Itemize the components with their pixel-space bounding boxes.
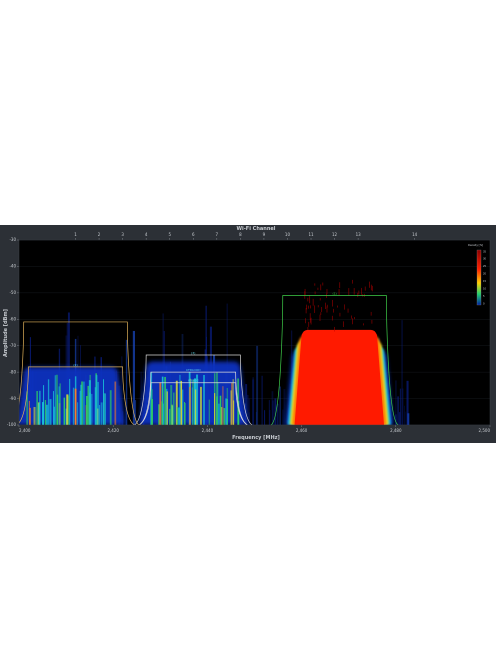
mask-label: (3) [191,351,195,355]
channel-tick-label[interactable]: 11 [308,232,314,237]
density-color-bar [476,249,482,306]
mask-label: (2) [73,363,77,367]
y-tick-label: -60 [9,316,16,321]
density-tick-label: 20 [483,273,487,276]
noise-streak [397,396,399,425]
channel-tick-label[interactable]: 4 [145,232,148,237]
noise-streak [268,400,270,425]
y-tick-label: -70 [9,343,16,348]
mask-label: WEB02 [188,379,199,383]
x-tick-label: 2,480 [390,428,402,433]
density-tick-label: 30 [483,258,487,261]
density-tick-label: 15 [483,280,487,283]
noise-streak [404,411,406,425]
y-tick-label: -50 [9,290,16,295]
spectrum-analyzer-panel: (2) (3) CTRLOOD WEB02 (1) -30 -40 -50 -60 -70 -80… [0,225,496,443]
channel-tick-label[interactable]: 10 [285,232,291,237]
y-tick-label: -40 [9,264,16,269]
channel-tick-label[interactable]: 8 [239,232,242,237]
noise-streak [261,375,264,425]
y-tick-label: -90 [9,396,16,401]
top-axis-title: Wi-Fi Channel [236,226,275,232]
y-tick-label: -30 [9,237,16,242]
noise-streak [264,410,266,425]
density-legend-title: Density [%] [468,243,483,247]
channel-tick-label[interactable]: 3 [121,232,124,237]
noise-streak [282,409,284,425]
x-tick-label: 2,460 [296,428,308,433]
x-tick-label: 2,400 [19,428,31,433]
noise-streak [402,388,404,425]
noise-streak [271,391,274,425]
channel-tick-label[interactable]: 14 [412,232,418,237]
noise-streak [283,389,286,425]
noise-streak [279,386,281,425]
x-tick-label: 2,500 [479,428,491,433]
mask-label: CTRLOOD [186,368,201,372]
x-tick-label: 2,440 [202,428,214,433]
noise-streak [252,377,254,425]
noise-streak [407,413,410,425]
noise-streak [256,345,259,425]
noise-streak [404,405,405,425]
density-tick-label: 35 [483,250,487,253]
y-tick-label: -80 [9,369,16,374]
channel-tick-label[interactable]: 12 [332,232,338,237]
channel-tick-label[interactable]: 1 [74,232,77,237]
x-tick-label: 2,420 [107,428,119,433]
y-axis-title: Amplitude [dBm] [3,309,9,357]
x-axis-title: Frequency [MHz] [232,435,280,441]
channel-tick-label[interactable]: 6 [192,232,195,237]
spectrum-chart[interactable]: (2) (3) CTRLOOD WEB02 (1) -30 -40 -50 -60 -70 -80… [0,225,496,443]
density-tick-label: 25 [483,265,487,268]
noise-streak [399,388,402,425]
y-tick-label: -100 [7,422,17,427]
channel-tick-label[interactable]: 5 [168,232,171,237]
density-tick-label: 10 [483,287,487,290]
noise-streak [135,400,137,425]
mask-label: (1) [332,292,336,296]
channel-tick-label[interactable]: 7 [216,232,219,237]
channel-tick-label[interactable]: 2 [98,232,101,237]
channel-tick-label[interactable]: 13 [356,232,362,237]
channel-tick-label[interactable]: 9 [263,232,266,237]
signal-1 [19,366,125,425]
